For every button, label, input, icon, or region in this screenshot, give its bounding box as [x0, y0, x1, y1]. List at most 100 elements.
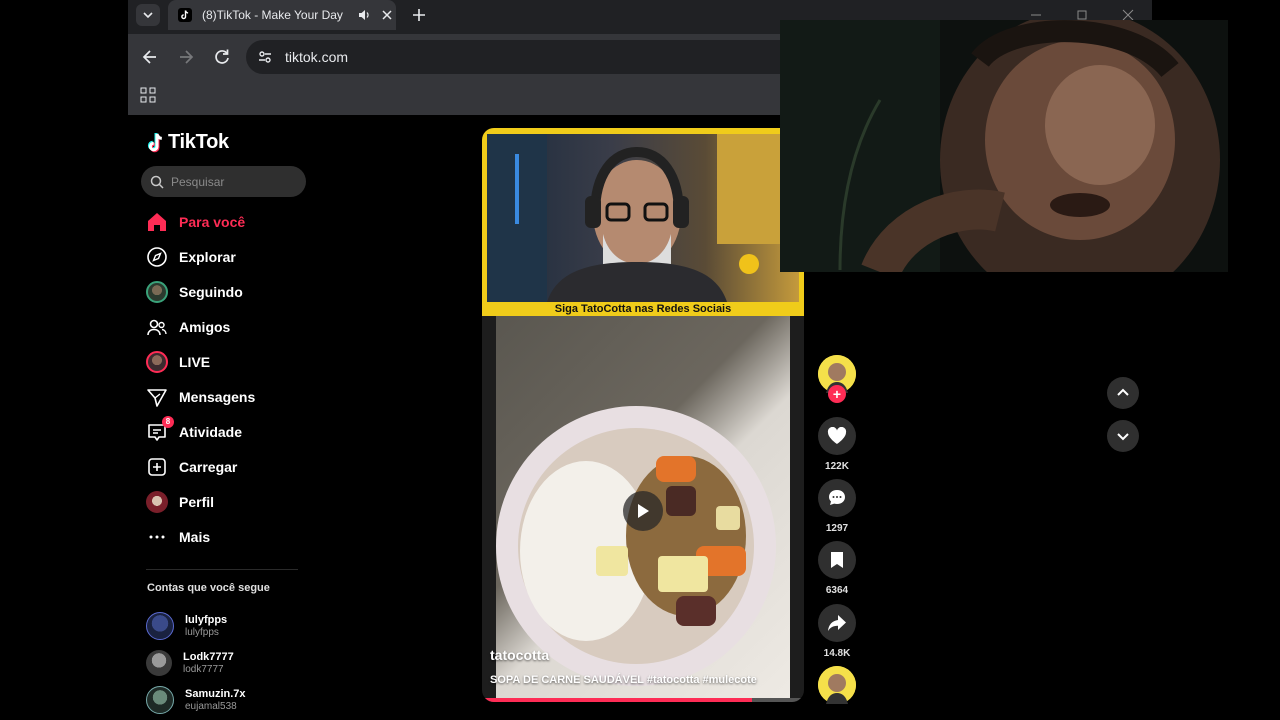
sidebar-item-carregar[interactable]: Carregar	[146, 449, 306, 484]
webcam-image	[780, 20, 1228, 272]
notification-badge: 8	[162, 415, 174, 428]
video-creator-frame	[487, 134, 799, 302]
follow-plus-button[interactable]: +	[828, 385, 846, 403]
music-disc-avatar[interactable]	[818, 666, 856, 704]
tiktok-logo[interactable]: TikTok	[146, 131, 229, 154]
like-action[interactable]: 122K	[817, 417, 857, 472]
sidebar-divider	[146, 569, 298, 570]
profile-avatar	[146, 490, 168, 513]
share-action[interactable]: 14.8K	[817, 604, 857, 659]
logo-text: TikTok	[168, 131, 229, 153]
live-avatar	[146, 350, 168, 373]
forward-arrow-icon[interactable]	[176, 47, 196, 67]
speaker-icon[interactable]	[357, 8, 371, 22]
avatar	[146, 649, 172, 676]
compass-icon	[146, 246, 168, 268]
comment-button[interactable]	[818, 479, 856, 517]
following-avatar	[146, 280, 168, 303]
like-count: 122K	[825, 461, 849, 472]
video-description[interactable]: SOPA DE CARNE SAUDÁVEL #tatocotta #mulec…	[490, 674, 757, 686]
list-item[interactable]: Samuzin.7x eujamal538	[146, 681, 246, 718]
list-item[interactable]: Lodk7777 lodk7777	[146, 644, 246, 681]
following-heading: Contas que você segue	[147, 582, 270, 594]
account-text: Samuzin.7x eujamal538	[185, 688, 246, 712]
share-icon	[828, 615, 846, 631]
account-name: Samuzin.7x	[185, 687, 246, 700]
sidebar-item-label: LIVE	[179, 353, 211, 370]
sidebar-item-perfil[interactable]: Perfil	[146, 484, 306, 519]
reload-icon[interactable]	[212, 47, 232, 67]
save-button[interactable]	[818, 541, 856, 579]
avatar	[146, 685, 174, 714]
tab-search-button[interactable]	[136, 4, 160, 26]
sidebar-item-seguindo[interactable]: Seguindo	[146, 274, 306, 309]
like-button[interactable]	[818, 417, 856, 455]
chevron-down-icon	[1117, 433, 1129, 441]
banner-text: Siga TatoCotta nas	[554, 303, 657, 315]
sidebar-item-para-voce[interactable]: Para você	[146, 204, 306, 239]
sidebar-item-atividade[interactable]: 8 Atividade	[146, 414, 306, 449]
sidebar-item-label: Perfil	[179, 493, 215, 510]
sidebar-item-label: Explorar	[179, 248, 236, 265]
video-progress-fill	[482, 698, 753, 702]
play-button[interactable]	[623, 491, 663, 531]
send-icon	[146, 386, 168, 408]
chevron-up-icon	[1117, 388, 1129, 396]
list-item[interactable]: lulyfpps lulyfpps	[146, 607, 246, 644]
close-tab-icon[interactable]	[381, 9, 393, 21]
sidebar-item-amigos[interactable]: Amigos	[146, 309, 306, 344]
sidebar-item-label: Seguindo	[179, 283, 243, 300]
inbox-icon: 8	[146, 415, 174, 443]
sidebar-item-explorar[interactable]: Explorar	[146, 239, 306, 274]
chevron-down-icon	[143, 12, 153, 19]
apps-grid-icon[interactable]	[140, 87, 156, 103]
video-progress-bar[interactable]	[482, 698, 804, 702]
upload-icon	[146, 456, 168, 478]
account-username: lulyfpps	[185, 626, 219, 638]
video-actions: + 122K 1297 6364 14.8K	[817, 355, 857, 704]
tiktok-note-icon	[147, 132, 163, 152]
sidebar-nav: Para você Explorar Seguindo Amigos LIVE …	[146, 204, 306, 554]
creator-image	[487, 134, 799, 302]
more-icon	[146, 526, 168, 548]
banner-highlight: Redes Sociais	[656, 303, 732, 315]
sidebar-item-label: Mais	[179, 528, 211, 545]
share-button[interactable]	[818, 604, 856, 642]
back-arrow-icon[interactable]	[140, 47, 160, 67]
video-author[interactable]: tatocotta	[490, 647, 549, 663]
account-text: Lodk7777 lodk7777	[183, 651, 234, 675]
save-count: 6364	[825, 585, 849, 596]
previous-video-button[interactable]	[1107, 377, 1139, 409]
video-player[interactable]: Siga TatoCotta nas Redes Sociais tatocot…	[482, 128, 804, 702]
bookmark-icon	[831, 552, 843, 568]
search-icon[interactable]	[150, 175, 164, 189]
browser-tab-tiktok[interactable]: (8)TikTok - Make Your Day	[168, 0, 396, 30]
sidebar-item-live[interactable]: LIVE	[146, 344, 306, 379]
following-list: lulyfpps lulyfpps Lodk7777 lodk7777 Samu…	[146, 607, 246, 718]
creator-avatar[interactable]: +	[818, 355, 856, 403]
sidebar-item-label: Amigos	[179, 318, 231, 335]
site-info-icon[interactable]	[256, 48, 274, 66]
comment-action[interactable]: 1297	[817, 479, 857, 534]
heart-icon	[827, 427, 847, 444]
account-name: lulyfpps	[185, 613, 228, 626]
sidebar-item-label: Carregar	[179, 458, 238, 475]
play-icon	[638, 504, 649, 518]
url-text[interactable]: tiktok.com	[285, 49, 348, 65]
sidebar-item-label: Para você	[179, 213, 246, 230]
next-video-button[interactable]	[1107, 420, 1139, 452]
search-input[interactable]	[171, 166, 299, 197]
sidebar-item-mais[interactable]: Mais	[146, 519, 306, 554]
sidebar-item-label: Mensagens	[179, 388, 256, 405]
friends-icon	[146, 316, 168, 338]
save-action[interactable]: 6364	[817, 541, 857, 596]
home-icon	[146, 211, 168, 233]
comment-icon	[829, 490, 845, 505]
search-box[interactable]	[141, 166, 306, 197]
webcam-overlay	[780, 20, 1228, 272]
account-text: lulyfpps lulyfpps	[185, 614, 227, 638]
tiktok-favicon-icon	[178, 8, 192, 22]
sidebar-item-mensagens[interactable]: Mensagens	[146, 379, 306, 414]
new-tab-icon[interactable]	[410, 6, 428, 24]
avatar	[146, 611, 174, 640]
